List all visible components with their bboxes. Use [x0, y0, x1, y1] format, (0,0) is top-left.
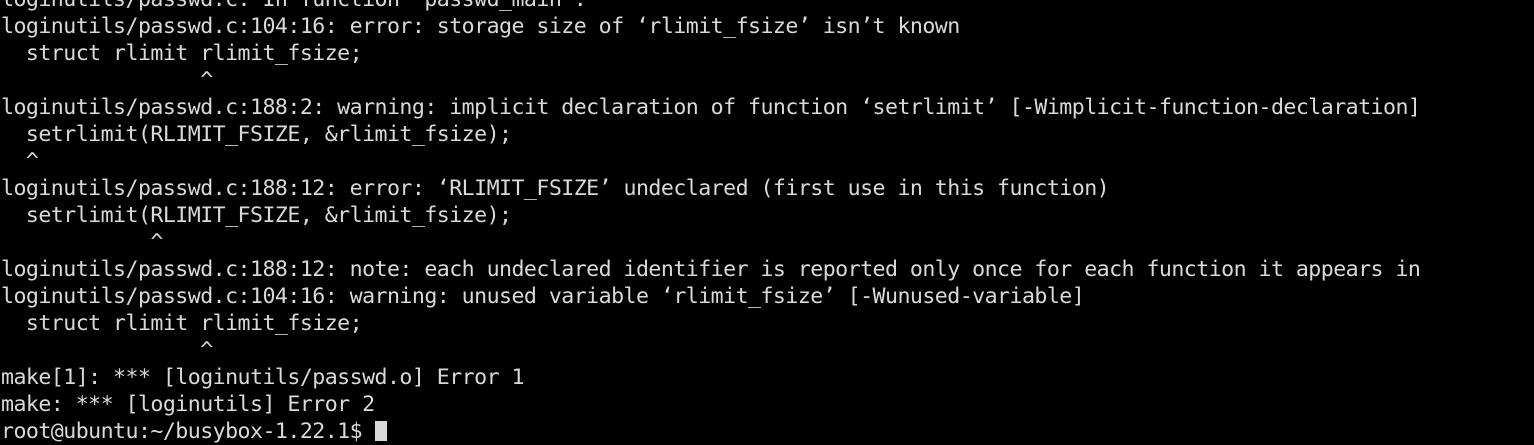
prompt-line[interactable]: root@ubuntu:~/busybox-1.22.1$ — [1, 418, 1420, 445]
terminal-window[interactable]: loginutils/passwd.c: In function ‘passwd… — [0, 0, 1534, 445]
terminal-line: struct rlimit rlimit_fsize; — [1, 311, 363, 336]
text-cursor — [374, 421, 387, 441]
terminal-line: setrlimit(RLIMIT_FSIZE, &rlimit_fsize); — [1, 122, 512, 147]
terminal-line: make[1]: *** [loginutils/passwd.o] Error… — [1, 365, 524, 390]
terminal-line: loginutils/passwd.c:188:12: error: ‘RLIM… — [1, 176, 1110, 201]
terminal-line: ^ — [1, 338, 213, 363]
terminal-line: loginutils/passwd.c: In function ‘passwd… — [1, 0, 1420, 13]
terminal-line: loginutils/passwd.c:104:16: warning: unu… — [1, 284, 1085, 309]
terminal-line: loginutils/passwd.c:104:16: error: stora… — [1, 14, 960, 39]
terminal-line: loginutils/passwd.c:188:12: note: each u… — [1, 257, 1421, 282]
terminal-line: setrlimit(RLIMIT_FSIZE, &rlimit_fsize); — [1, 203, 512, 228]
terminal-line: make: *** [loginutils] Error 2 — [1, 392, 375, 417]
terminal-output: loginutils/passwd.c: In function ‘passwd… — [1, 0, 1421, 445]
terminal-line: ^ — [1, 230, 163, 255]
terminal-line: struct rlimit rlimit_fsize; — [1, 41, 363, 66]
terminal-line: ^ — [1, 68, 213, 93]
terminal-line: ^ — [1, 149, 39, 174]
shell-prompt: root@ubuntu:~/busybox-1.22.1$ — [1, 419, 375, 444]
terminal-line: loginutils/passwd.c:188:2: warning: impl… — [1, 95, 1421, 120]
